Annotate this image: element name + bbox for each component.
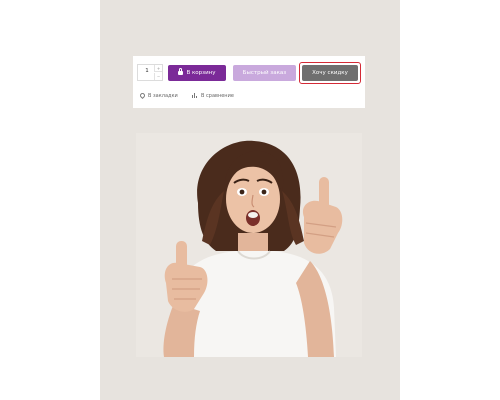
surprised-woman-illustration (136, 133, 362, 357)
heart-icon (138, 91, 147, 100)
promo-photo (136, 133, 362, 357)
lock-icon (178, 68, 184, 75)
add-to-cart-label: В корзину (186, 70, 216, 76)
quantity-increment-button[interactable]: + (154, 65, 162, 72)
bookmarks-label: В закладки (148, 93, 178, 99)
compare-label: В сравнение (201, 93, 234, 99)
quantity-value[interactable]: 1 (141, 68, 153, 74)
quick-order-label: Быстрый заказ (242, 70, 287, 76)
quantity-decrement-button[interactable]: − (154, 73, 162, 80)
bar-chart-icon (192, 93, 198, 98)
discount-button[interactable]: Хочу скидку (302, 65, 358, 81)
page: 1 + − В корзину Быстрый заказ Хочу скидк… (0, 0, 500, 400)
quantity-stepper[interactable]: 1 + − (137, 64, 163, 81)
add-to-bookmarks-link[interactable]: В закладки (138, 91, 178, 101)
quick-order-button[interactable]: Быстрый заказ (233, 65, 296, 81)
add-to-compare-link[interactable]: В сравнение (192, 92, 234, 101)
add-to-cart-button[interactable]: В корзину (168, 65, 226, 81)
discount-label: Хочу скидку (312, 70, 348, 76)
